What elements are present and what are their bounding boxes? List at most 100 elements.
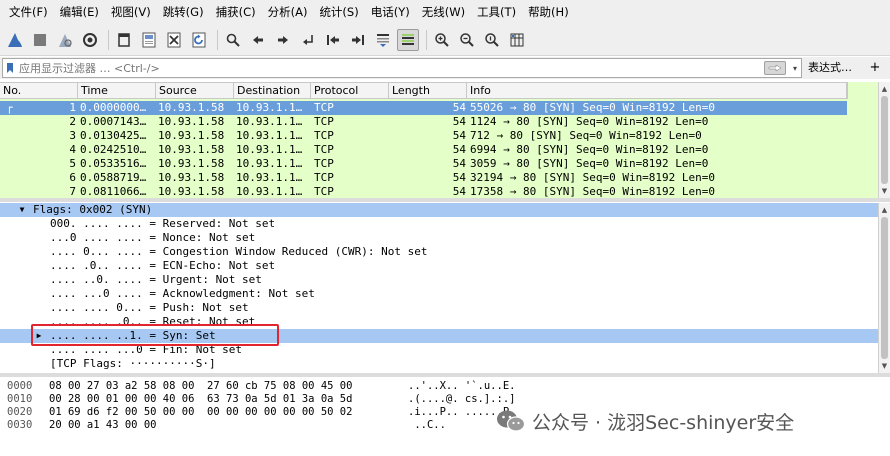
menu-analyze[interactable]: 分析(A) — [262, 0, 314, 24]
detail-row[interactable]: ...0 .... .... = Nonce: Not set — [0, 231, 878, 245]
go-first-packet-icon[interactable] — [322, 29, 344, 51]
zoom-out-icon[interactable] — [456, 29, 478, 51]
packet-time: 0.0000000… — [80, 101, 147, 114]
detail-row[interactable]: 000. .... .... = Reserved: Not set — [0, 217, 878, 231]
pane-splitter[interactable] — [0, 373, 890, 377]
expression-button[interactable]: 表达式… — [808, 57, 852, 79]
packet-row[interactable]: ┌ 1 0.0000000… 10.93.1.58 10.93.1.1… TCP… — [0, 101, 847, 115]
byte-row[interactable]: 0010 00 28 00 01 00 00 40 06 63 73 0a 5d… — [0, 393, 515, 406]
byte-hex: 20 00 a1 43 00 00 — [49, 419, 157, 431]
packet-row[interactable]: 7 0.0811066… 10.93.1.58 10.93.1.1… TCP 5… — [0, 185, 847, 199]
column-header-protocol[interactable]: Protocol — [311, 83, 389, 99]
packet-row[interactable]: 5 0.0533516… 10.93.1.58 10.93.1.1… TCP 5… — [0, 157, 847, 171]
column-header-time[interactable]: Time — [78, 83, 156, 99]
go-last-packet-icon[interactable] — [347, 29, 369, 51]
packet-row[interactable]: 4 0.0242510… 10.93.1.58 10.93.1.1… TCP 5… — [0, 143, 847, 157]
display-filter-bar: ▾ 表达式… + — [0, 57, 890, 79]
byte-row[interactable]: 0000 08 00 27 03 a2 58 08 00 27 60 cb 75… — [0, 380, 515, 393]
packet-time: 0.0533516… — [80, 157, 147, 170]
expanded-triangle-icon[interactable]: ▼ — [17, 203, 27, 217]
column-header-info[interactable]: Info — [467, 83, 847, 99]
save-file-icon[interactable] — [138, 29, 160, 51]
packet-info: 1124 → 80 [SYN] Seq=0 Win=8192 Len=0 — [470, 115, 709, 128]
apply-filter-arrow-icon[interactable] — [764, 61, 786, 75]
filter-history-dropdown-icon[interactable]: ▾ — [789, 59, 801, 77]
details-scrollbar[interactable]: ▲ ▼ — [878, 203, 890, 373]
autoscroll-icon[interactable] — [372, 29, 394, 51]
zoom-normal-icon[interactable] — [481, 29, 503, 51]
detail-row[interactable]: .... .0.. .... = ECN-Echo: Not set — [0, 259, 878, 273]
wechat-logo-icon — [497, 410, 526, 432]
menu-file[interactable]: 文件(F) — [3, 0, 54, 24]
scroll-thumb[interactable] — [881, 96, 888, 184]
open-folder-icon[interactable] — [113, 29, 135, 51]
shark-fin-start-icon[interactable] — [4, 29, 26, 51]
column-header-destination[interactable]: Destination — [234, 83, 311, 99]
menu-tools[interactable]: 工具(T) — [471, 0, 522, 24]
detail-row[interactable]: [TCP Flags: ··········S·] — [0, 357, 878, 371]
packet-protocol: TCP — [314, 115, 334, 128]
detail-row-flags[interactable]: ▼ Flags: 0x002 (SYN) — [0, 203, 878, 217]
zoom-in-icon[interactable] — [431, 29, 453, 51]
filter-bookmark-icon[interactable] — [3, 59, 17, 77]
add-filter-button[interactable]: + — [868, 57, 882, 79]
column-header-length[interactable]: Length — [389, 83, 467, 99]
scroll-up-arrow-icon[interactable]: ▲ — [879, 84, 890, 94]
pane-splitter[interactable] — [0, 198, 890, 202]
menu-help[interactable]: 帮助(H) — [522, 0, 575, 24]
menu-statistics[interactable]: 统计(S) — [313, 0, 364, 24]
packet-source: 10.93.1.58 — [158, 157, 225, 170]
restart-fin-icon[interactable] — [54, 29, 76, 51]
menu-view[interactable]: 视图(V) — [105, 0, 157, 24]
packet-source: 10.93.1.58 — [158, 101, 225, 114]
toolbar-separator — [217, 29, 218, 50]
menu-telephony[interactable]: 电话(Y) — [365, 0, 416, 24]
packet-source: 10.93.1.58 — [158, 129, 225, 142]
packet-number: 2 — [69, 115, 76, 128]
packet-info: 55026 → 80 [SYN] Seq=0 Win=8192 Len=0 — [470, 101, 716, 114]
display-filter-input[interactable] — [17, 59, 764, 77]
resize-columns-icon[interactable] — [506, 29, 528, 51]
capture-options-gear-icon[interactable] — [79, 29, 101, 51]
scroll-down-arrow-icon[interactable]: ▼ — [879, 361, 890, 371]
column-header-no[interactable]: No. — [0, 83, 78, 99]
packet-row[interactable]: 3 0.0130425… 10.93.1.58 10.93.1.1… TCP 5… — [0, 129, 847, 143]
detail-row-text: ...0 .... .... = Nonce: Not set — [50, 231, 256, 244]
packet-source: 10.93.1.58 — [158, 171, 225, 184]
detail-row[interactable]: .... .... 0... = Push: Not set — [0, 301, 878, 315]
byte-hex: 01 69 d6 f2 00 50 00 00 00 00 00 00 00 0… — [49, 406, 353, 418]
menu-capture[interactable]: 捕获(C) — [210, 0, 262, 24]
packet-list-scrollbar[interactable]: ▲ ▼ — [878, 82, 890, 198]
byte-ascii: ..'..X.. '`.u..E. — [408, 380, 516, 392]
packet-info: 32194 → 80 [SYN] Seq=0 Win=8192 Len=0 — [470, 171, 716, 184]
packet-protocol: TCP — [314, 185, 334, 198]
packet-number: 7 — [69, 185, 76, 198]
display-filter-box: ▾ — [2, 58, 802, 78]
menu-wireless[interactable]: 无线(W) — [416, 0, 471, 24]
scroll-down-arrow-icon[interactable]: ▼ — [879, 186, 890, 196]
packet-row[interactable]: 6 0.0588719… 10.93.1.58 10.93.1.1… TCP 5… — [0, 171, 847, 185]
go-back-arrow-icon[interactable] — [247, 29, 269, 51]
go-forward-arrow-icon[interactable] — [272, 29, 294, 51]
go-to-packet-icon[interactable] — [297, 29, 319, 51]
reload-icon[interactable] — [188, 29, 210, 51]
colorize-icon[interactable] — [397, 28, 419, 51]
packet-length: 54 — [452, 171, 466, 184]
byte-row[interactable]: 0020 01 69 d6 f2 00 50 00 00 00 00 00 00… — [0, 406, 515, 419]
close-file-icon[interactable] — [163, 29, 185, 51]
packet-destination: 10.93.1.1… — [236, 115, 303, 128]
stop-square-icon[interactable] — [29, 29, 51, 51]
menu-go[interactable]: 跳转(G) — [157, 0, 210, 24]
scroll-thumb[interactable] — [881, 217, 888, 359]
column-header-source[interactable]: Source — [156, 83, 234, 99]
find-magnifier-icon[interactable] — [222, 29, 244, 51]
detail-row[interactable]: .... ..0. .... = Urgent: Not set — [0, 273, 878, 287]
byte-row[interactable]: 0030 20 00 a1 43 00 00 ..C.. — [0, 419, 446, 432]
detail-row-text: .... ...0 .... = Acknowledgment: Not set — [50, 287, 315, 300]
detail-row[interactable]: .... ...0 .... = Acknowledgment: Not set — [0, 287, 878, 301]
packet-length: 54 — [452, 101, 466, 114]
menu-edit[interactable]: 编辑(E) — [54, 0, 105, 24]
scroll-up-arrow-icon[interactable]: ▲ — [879, 205, 890, 215]
packet-row[interactable]: 2 0.0007143… 10.93.1.58 10.93.1.1… TCP 5… — [0, 115, 847, 129]
detail-row[interactable]: .... 0... .... = Congestion Window Reduc… — [0, 245, 878, 259]
